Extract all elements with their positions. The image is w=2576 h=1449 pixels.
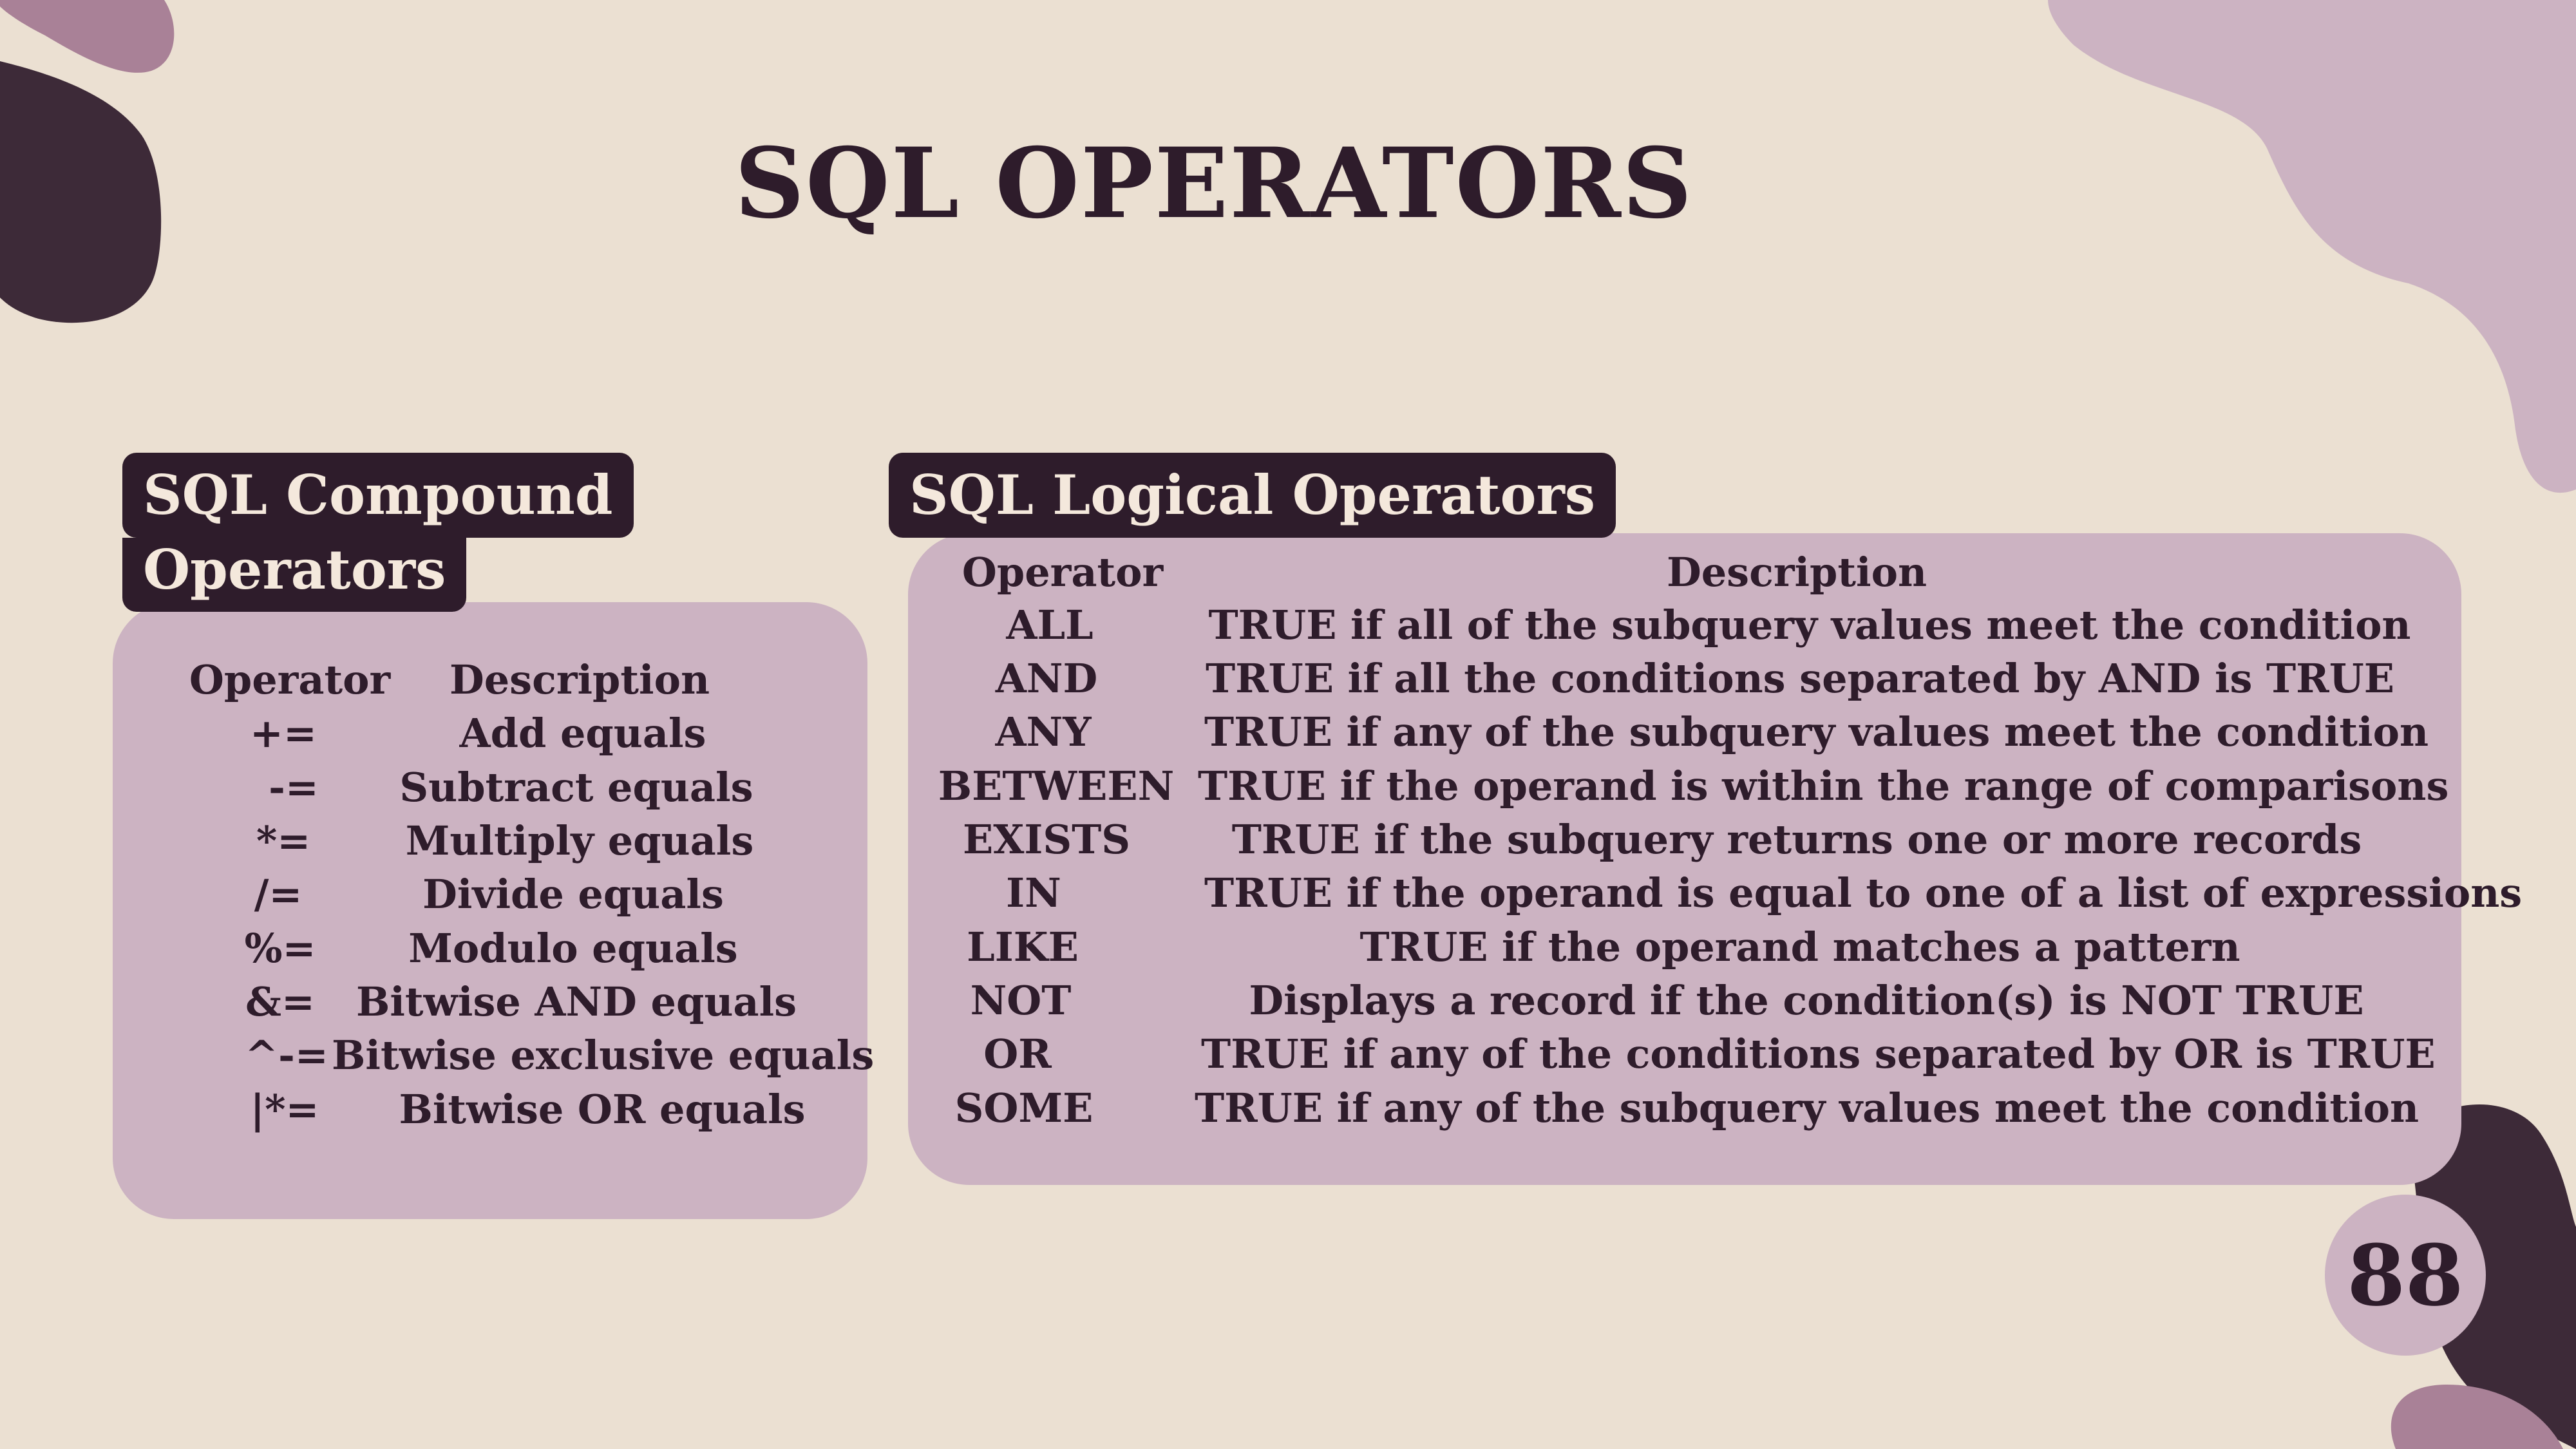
logical-row-op: EXISTS (962, 816, 1131, 863)
logical-col-operator-header: Operator (961, 549, 1164, 596)
logical-heading: SQL Logical Operators (889, 453, 1616, 538)
compound-heading-line2: Operators (122, 538, 467, 612)
logical-row-op: ANY (995, 708, 1092, 755)
logical-row-op: IN (1006, 869, 1061, 916)
compound-row-desc: Bitwise OR equals (399, 1086, 806, 1133)
logical-col-description-header: Description (1666, 549, 1927, 596)
logical-row-op: NOT (970, 977, 1072, 1024)
compound-row-desc: Bitwise AND equals (355, 978, 797, 1025)
compound-row-desc: Multiply equals (405, 817, 754, 864)
logical-row-desc: TRUE if any of the conditions separated … (1201, 1030, 2436, 1077)
logical-row-op: AND (995, 655, 1098, 702)
logical-row-desc: TRUE if the operand is equal to one of a… (1204, 869, 2523, 916)
logical-row-desc: TRUE if the subquery returns one or more… (1231, 816, 2362, 863)
compound-row-desc: Subtract equals (399, 764, 753, 811)
top-left-mauve-blob (0, 0, 175, 73)
compound-row-desc: Divide equals (422, 871, 724, 918)
page-number: 88 (2325, 1195, 2486, 1356)
compound-heading-line1: SQL Compound (122, 453, 634, 538)
compound-row-desc: Bitwise exclusive equals (332, 1032, 875, 1079)
compound-col-operator-header: Operator (189, 656, 391, 703)
logical-row-op: OR (983, 1030, 1052, 1077)
logical-row-desc: TRUE if any of the subquery values meet … (1195, 1084, 2420, 1132)
logical-row-desc: TRUE if the operand matches a pattern (1359, 923, 2240, 971)
compound-row-desc: Add equals (459, 710, 706, 757)
logical-row-op: LIKE (967, 923, 1079, 971)
logical-row-desc: TRUE if any of the subquery values meet … (1204, 708, 2429, 755)
compound-row-desc: Modulo equals (408, 925, 738, 972)
logical-row-op: SOME (954, 1084, 1094, 1132)
logical-row-op: BETWEEN (938, 762, 1175, 810)
compound-row-op: |*= (250, 1086, 319, 1133)
logical-row-desc: TRUE if the operand is within the range … (1198, 762, 2449, 810)
logical-row-desc: TRUE if all the conditions separated by … (1205, 655, 2395, 702)
page-title: SQL OPERATORS (734, 127, 1694, 240)
top-right-mauve-blob (2048, 0, 2576, 493)
logical-row-desc: TRUE if all of the subquery values meet … (1208, 601, 2411, 649)
logical-row-desc: Displays a record if the condition(s) is… (1249, 977, 2364, 1024)
logical-row-op: ALL (1006, 601, 1094, 649)
compound-col-description-header: Description (449, 656, 710, 703)
